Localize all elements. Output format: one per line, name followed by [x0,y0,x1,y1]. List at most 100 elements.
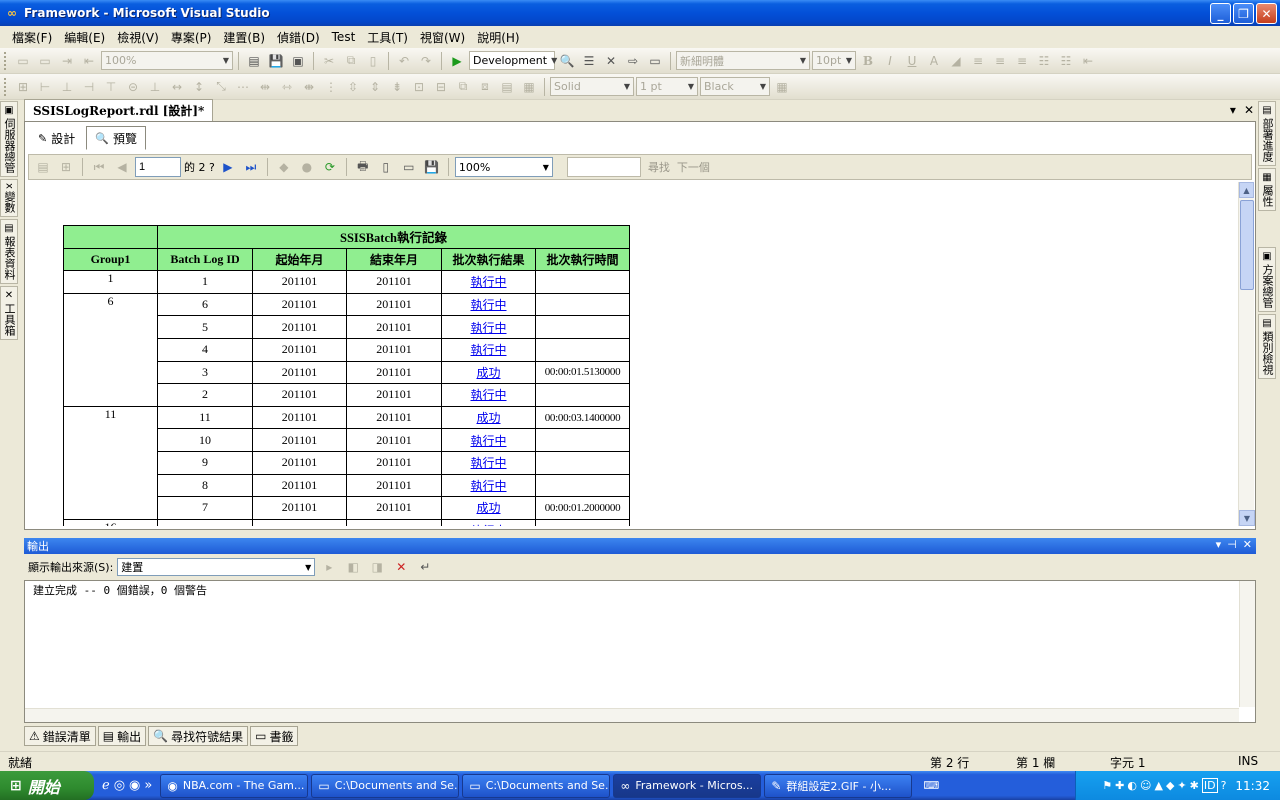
tab-design[interactable]: ✎ 設計 [29,126,84,150]
cut-icon[interactable]: ✂ [319,51,339,71]
bullets-icon[interactable]: ☷ [1034,51,1054,71]
align-centers-icon[interactable]: ⊥ [57,77,77,97]
align-lefts-icon[interactable]: ⊢ [35,77,55,97]
close-button[interactable]: ✕ [1256,3,1277,24]
side-tab-deploy-progress[interactable]: ▤ 部署進度 [1258,101,1276,166]
side-tab-solution-explorer[interactable]: ▣ 方案總管 [1258,247,1276,312]
menu-test[interactable]: Test [326,28,362,46]
security-icon[interactable]: ▲ [1154,779,1162,792]
h-spacing-inc-icon[interactable]: ⇹ [255,77,275,97]
report-zoom-combo[interactable]: 100% ▼ [454,157,553,177]
stop-icon[interactable]: ● [297,157,317,177]
print-icon[interactable]: 🖶 [353,157,373,177]
volume-icon[interactable]: ◆ [1166,779,1174,792]
minimize-button[interactable]: _ [1210,3,1231,24]
align-bottoms-icon[interactable]: ⊥ [145,77,165,97]
toolbar-grip[interactable] [4,51,7,70]
font-size-combo[interactable]: 10pt ▼ [812,51,856,70]
tab-order-icon[interactable]: ▤ [497,77,517,97]
tray-app-icon[interactable]: ✚ [1115,779,1124,792]
scroll-up-icon[interactable]: ▲ [1239,182,1254,198]
panel-dropdown-icon[interactable]: ▾ [1216,538,1222,551]
result-link[interactable]: 執行中 [441,292,536,317]
v-spacing-inc-icon[interactable]: ⇳ [343,77,363,97]
ie-icon[interactable]: ℯ [102,778,110,793]
close-panel-icon[interactable]: ✕ [1243,538,1252,551]
previous-page-icon[interactable]: ◀ [112,157,132,177]
v-spacing-dec-icon[interactable]: ⇕ [365,77,385,97]
menu-build[interactable]: 建置(B) [217,27,271,48]
result-link[interactable]: 執行中 [441,270,536,294]
start-debug-icon[interactable]: ▶ [447,51,467,71]
add-item-icon[interactable]: ▤ [244,51,264,71]
result-link[interactable]: 成功 [441,496,536,520]
find-next-link[interactable]: 下一個 [677,159,710,175]
indent-icon[interactable]: ⇥ [57,51,77,71]
fill-color-icon[interactable]: ◢ [946,51,966,71]
bring-to-front-icon[interactable]: ⧉ [453,77,473,97]
go-to-icon[interactable]: ▸ [319,557,339,577]
paste-icon[interactable]: ▯ [363,51,383,71]
align-middles-icon[interactable]: ⊝ [123,77,143,97]
scroll-down-icon[interactable]: ▼ [1239,510,1255,526]
page-number-input[interactable] [135,157,181,177]
last-page-icon[interactable]: ⏭ [241,157,261,177]
border-color-combo[interactable]: Black ▼ [700,77,770,96]
outdent-icon[interactable]: ⇤ [79,51,99,71]
clear-all-icon[interactable]: ✕ [391,557,411,577]
java-icon[interactable]: ◐ [1127,779,1137,792]
align-tops-icon[interactable]: ⊤ [101,77,121,97]
side-tab-report-data[interactable]: ▤ 報表資料 [0,218,18,284]
task-visual-studio[interactable]: ∞ Framework - Micros... [613,773,762,798]
border-width-combo[interactable]: 1 pt ▼ [636,77,698,96]
result-link[interactable]: 執行中 [441,337,536,362]
same-height-icon[interactable]: ↕ [189,77,209,97]
find-icon[interactable]: 🔍 [557,51,577,71]
first-page-icon[interactable]: ⏮ [89,157,109,177]
document-tab[interactable]: SSISLogReport.rdl [設計]* [24,99,214,121]
output-horizontal-scrollbar[interactable] [25,708,1239,722]
toolbar-grip[interactable] [4,77,7,96]
tab-output[interactable]: ▤ 輸出 [97,726,147,746]
quick-launch-more-icon[interactable]: » [144,778,152,793]
side-tab-properties[interactable]: ▦ 屬性 [1258,168,1276,211]
task-folder-1[interactable]: ▭ C:\Documents and Se... [311,773,460,798]
menu-window[interactable]: 視窗(W) [414,27,471,48]
menu-view[interactable]: 檢視(V) [111,27,165,48]
menu-edit[interactable]: 編輯(E) [58,27,111,48]
report-vertical-scrollbar[interactable]: ▲ ▼ [1238,182,1255,526]
align-left-icon[interactable]: ≡ [968,51,988,71]
align-right-icon[interactable]: ≡ [1012,51,1032,71]
next-message-icon[interactable]: ◨ [367,557,387,577]
tab-preview[interactable]: 🔍 預覽 [86,126,146,150]
task-folder-2[interactable]: ▭ C:\Documents and Se... [462,773,611,798]
result-link[interactable]: 執行中 [441,428,536,452]
side-tab-variables[interactable]: x 變數 [0,179,18,217]
h-spacing-icon[interactable]: ⋯ [233,77,253,97]
zoom-combo[interactable]: 100% ▼ [101,51,233,70]
same-width-icon[interactable]: ↔ [167,77,187,97]
v-spacing-icon[interactable]: ⋮ [321,77,341,97]
underline-icon[interactable]: U [902,51,922,71]
tab-find-symbol-results[interactable]: 🔍 尋找符號結果 [148,726,249,746]
decrease-indent-icon[interactable]: ⇤ [1078,51,1098,71]
network-icon[interactable]: ⚑ [1102,779,1112,792]
center-vertically-icon[interactable]: ⊟ [431,77,451,97]
properties-icon[interactable]: ☰ [579,51,599,71]
align-center-icon[interactable]: ≡ [990,51,1010,71]
result-link[interactable]: 執行中 [441,473,536,498]
window-icon[interactable]: ▭ [645,51,665,71]
tab-bookmarks[interactable]: ▭ 書籤 [250,726,299,746]
h-spacing-dec-icon[interactable]: ⇿ [277,77,297,97]
v-spacing-remove-icon[interactable]: ⇟ [387,77,407,97]
redo-icon[interactable]: ↷ [416,51,436,71]
keyboard-icon[interactable]: ⌨ [923,779,939,792]
print-layout-icon[interactable]: ▯ [376,157,396,177]
result-link[interactable]: 執行中 [441,383,536,407]
pin-icon[interactable]: ⊣ [1227,538,1237,551]
font-combo[interactable]: 新細明體 ▼ [676,51,810,70]
start-button[interactable]: ⊞ 開始 [0,771,94,800]
h-spacing-remove-icon[interactable]: ⇼ [299,77,319,97]
tray-app-icon[interactable]: ✦ [1177,779,1186,792]
borders-icon[interactable]: ▦ [772,77,792,97]
